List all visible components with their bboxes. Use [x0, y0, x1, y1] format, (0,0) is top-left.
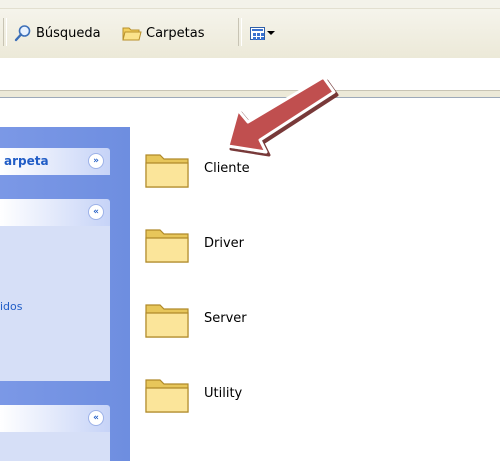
panel-body-tasks: idos: [0, 226, 110, 381]
folders-label: Carpetas: [146, 25, 205, 41]
expand-chevron-icon[interactable]: »: [88, 153, 104, 169]
toolbar-separator: [3, 18, 7, 46]
folder-icon: [145, 379, 189, 413]
panel-header-details[interactable]: «: [0, 405, 110, 432]
annotation-arrow-icon: [226, 76, 336, 154]
file-item[interactable]: Utility: [144, 372, 384, 424]
panel-header-tasks[interactable]: «: [0, 199, 110, 226]
file-name: Utility: [204, 386, 243, 401]
chevron-down-icon: [267, 31, 275, 35]
panel-header-folder[interactable]: arpeta »: [0, 148, 110, 175]
search-icon: [14, 25, 31, 42]
views-button[interactable]: [250, 22, 286, 44]
toolbar: Búsqueda Carpetas: [0, 0, 500, 59]
panel-title: arpeta: [4, 154, 49, 168]
file-item[interactable]: Server: [144, 297, 384, 349]
folder-icon: [145, 304, 189, 338]
toolbar-top-edge: [0, 0, 500, 9]
folder-open-icon: [122, 27, 142, 41]
task-pane: arpeta » « idos «: [0, 127, 130, 461]
views-grid-icon: [250, 26, 265, 40]
panel-link[interactable]: idos: [0, 300, 23, 313]
file-item[interactable]: Driver: [144, 222, 384, 274]
file-name: Server: [204, 311, 247, 326]
search-label: Búsqueda: [36, 25, 101, 41]
toolbar-separator: [238, 18, 242, 46]
collapse-chevron-icon[interactable]: «: [88, 204, 104, 220]
file-list: Cliente Driver Server Utility: [130, 127, 500, 461]
collapse-chevron-icon[interactable]: «: [88, 410, 104, 426]
folder-icon: [145, 229, 189, 263]
panel-body-details: [0, 432, 110, 461]
file-name: Driver: [204, 236, 245, 251]
search-button[interactable]: Búsqueda: [14, 22, 101, 44]
folders-button[interactable]: Carpetas: [122, 22, 204, 44]
folder-icon: [145, 154, 189, 188]
